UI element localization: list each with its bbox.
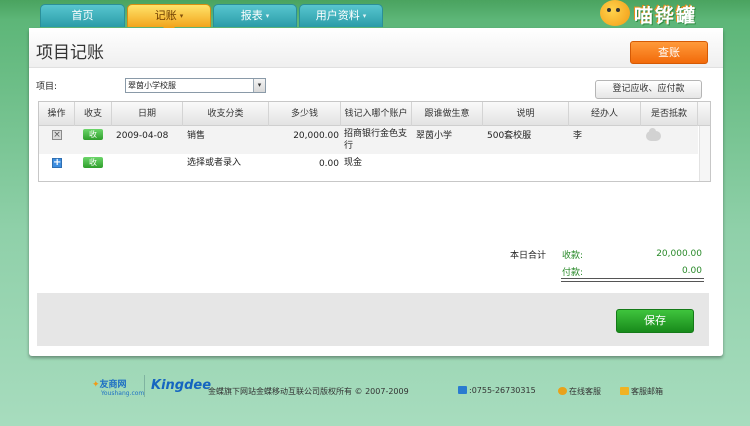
col-offset: 是否抵款 (641, 102, 698, 126)
expense-total-label: 付款: (562, 268, 584, 278)
page-footer: ✦友商网 Youshang.com Kingdee 金蝶旗下网站金蝶移动互联公司… (0, 372, 750, 402)
col-handler: 经办人 (569, 102, 641, 126)
row-account-input[interactable]: 现金 (344, 157, 362, 169)
income-total-value: 20,000.00 (656, 249, 702, 259)
service-mail-label: 客服邮箱 (631, 387, 663, 396)
panel-header: 项目记账 查账 (29, 28, 723, 68)
col-amount: 多少钱 (269, 102, 341, 126)
project-select-value: 翠茵小学校服 (128, 81, 176, 90)
row-amount-input[interactable]: 0.00 (271, 158, 339, 170)
col-action: 操作 (39, 102, 75, 126)
register-receivables-payables-button[interactable]: 登记应收、应付款 (595, 80, 702, 99)
table-row[interactable]: × 收 2009-04-08 销售 20,000.00 招商银行金色支行 翠茵小… (39, 126, 698, 154)
main-panel: 项目记账 查账 项目: 翠茵小学校服 ▾ 登记应收、应付款 操作 收支 日期 收… (29, 28, 723, 356)
service-mail-link[interactable]: 客服邮箱 (620, 386, 663, 397)
row-category-input[interactable]: 选择或者录入 (187, 157, 241, 169)
col-type: 收支 (75, 102, 112, 126)
row-amount: 20,000.00 (293, 131, 339, 141)
chevron-down-icon: ▾ (362, 12, 367, 20)
mascot-icon (600, 0, 630, 26)
income-total-label: 收款: (562, 251, 584, 261)
project-label: 项目: (36, 82, 58, 92)
page-title: 项目记账 (36, 43, 104, 63)
col-description: 说明 (483, 102, 569, 126)
row-handler: 李 (573, 131, 583, 141)
chevron-down-icon: ▾ (179, 12, 184, 20)
mail-icon (620, 387, 629, 395)
entries-table: 操作 收支 日期 收支分类 多少钱 钱记入哪个账户 跟谁做生意 说明 经办人 是… (38, 101, 711, 182)
phone-number: :0755-26730315 (469, 386, 536, 395)
row-account: 招商银行金色支行 (344, 129, 408, 151)
row-date: 2009-04-08 (116, 131, 169, 141)
chevron-down-icon[interactable]: ▾ (253, 79, 265, 92)
tab-bookkeeping-label: 记账 (154, 9, 177, 22)
tab-home[interactable]: 首页 (40, 4, 125, 27)
income-type-badge[interactable]: 收 (83, 157, 103, 168)
col-category: 收支分类 (183, 102, 269, 126)
online-service-label: 在线客服 (569, 387, 601, 396)
person-icon: ✦ (92, 380, 100, 390)
copyright-text: 金蝶旗下网站金蝶移动互联公司版权所有 © 2007-2009 (208, 387, 409, 396)
income-type-badge[interactable]: 收 (83, 129, 103, 140)
online-service-link[interactable]: 在线客服 (558, 386, 601, 397)
youshang-logo-subtext: Youshang.com (101, 390, 145, 397)
row-partner: 翠茵小学 (416, 131, 453, 141)
tab-user-profile[interactable]: 用户资料 ▾ (299, 4, 383, 27)
phone-contact: :0755-26730315 (458, 386, 536, 395)
youshang-logo[interactable]: ✦友商网 Youshang.com (92, 377, 144, 397)
sum-divider (561, 281, 704, 282)
daily-total-label: 本日合计 (510, 251, 547, 261)
tab-reports[interactable]: 报表 ▾ (213, 4, 297, 27)
save-button[interactable]: 保存 (616, 309, 694, 333)
cloud-icon[interactable] (646, 128, 661, 141)
logo-text: 喵铧罐 (634, 5, 698, 27)
sum-divider (561, 278, 704, 279)
chevron-down-icon: ▾ (265, 12, 270, 20)
row-description: 500套校服 (487, 131, 532, 141)
table-row[interactable]: + 收 选择或者录入 0.00 现金 (39, 154, 698, 181)
tab-reports-label: 报表 (240, 9, 263, 22)
youshang-logo-text: 友商网 (99, 380, 127, 390)
col-date: 日期 (112, 102, 183, 126)
project-select[interactable]: 翠茵小学校服 ▾ (125, 78, 266, 93)
table-header: 操作 收支 日期 收支分类 多少钱 钱记入哪个账户 跟谁做生意 说明 经办人 是… (39, 102, 710, 126)
row-category: 销售 (187, 131, 206, 141)
col-account: 钱记入哪个账户 (341, 102, 412, 126)
table-scrollbar[interactable] (699, 126, 710, 181)
tab-bookkeeping[interactable]: 记账 ▾ (127, 4, 211, 27)
query-accounts-button[interactable]: 查账 (630, 41, 708, 64)
kingdee-logo[interactable]: Kingdee (151, 378, 211, 393)
logo[interactable]: 喵铧罐 (600, 0, 720, 28)
col-partner: 跟谁做生意 (412, 102, 483, 126)
footer-divider (144, 375, 145, 397)
top-nav: 首页 记账 ▾ 报表 ▾ 用户资料 ▾ 喵铧罐 (0, 0, 750, 33)
tab-user-profile-label: 用户资料 (315, 9, 360, 22)
phone-icon (458, 386, 467, 394)
expense-total-value: 0.00 (681, 266, 702, 276)
support-icon (558, 387, 567, 395)
action-bar: 保存 (37, 293, 709, 346)
delete-icon[interactable]: × (52, 130, 62, 140)
tab-home-label: 首页 (71, 9, 94, 22)
add-icon[interactable]: + (52, 158, 62, 168)
